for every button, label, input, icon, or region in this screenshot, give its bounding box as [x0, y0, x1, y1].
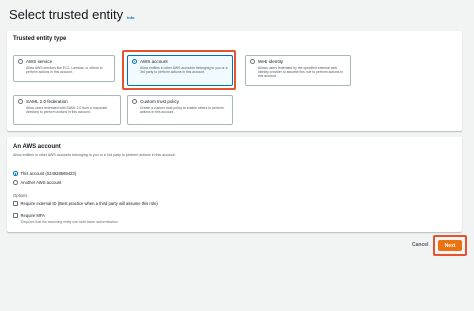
- tile-title: Web identity: [258, 59, 284, 64]
- option-require-external-id[interactable]: Require external ID (Best practice when …: [13, 201, 158, 206]
- tile-aws-account[interactable]: AWS account Allow entities in other AWS …: [127, 55, 233, 86]
- checkbox-require-mfa[interactable]: [13, 213, 18, 218]
- require-mfa-label: Require MFA: [20, 213, 45, 218]
- option-this-account[interactable]: This account (024928569423): [13, 171, 76, 176]
- tile-desc: Allow entities in other AWS accounts bel…: [140, 65, 228, 74]
- tile-title: Custom trust policy: [140, 99, 180, 104]
- page-title: Select trusted entity: [9, 7, 124, 22]
- radio-aws-service[interactable]: [18, 59, 23, 64]
- another-account-label: Another AWS account: [20, 180, 62, 185]
- tile-aws-service[interactable]: AWS service Allow AWS services like EC2,…: [13, 55, 115, 82]
- tile-desc: Allows users federated by the specified …: [258, 65, 343, 79]
- radio-saml-federation[interactable]: [18, 99, 23, 104]
- info-link[interactable]: Info: [127, 15, 134, 20]
- cancel-button[interactable]: Cancel: [412, 242, 428, 248]
- tile-desc: Allow users federated with SAML 2.0 from…: [26, 105, 108, 114]
- tile-custom-trust-policy[interactable]: Custom trust policy Create a custom trus…: [127, 95, 233, 125]
- tile-title: AWS account: [140, 59, 168, 64]
- option-require-mfa[interactable]: Require MFA: [13, 213, 45, 218]
- tile-saml-federation[interactable]: SAML 2.0 federation Allow users federate…: [13, 95, 121, 125]
- trusted-entity-header: Trusted entity type: [13, 36, 67, 42]
- tile-desc: Allow AWS services like EC2, Lambda, or …: [26, 65, 103, 74]
- tile-title: SAML 2.0 federation: [26, 99, 68, 104]
- tile-title: AWS service: [26, 59, 53, 64]
- radio-this-account[interactable]: [13, 171, 18, 176]
- page-header: Select trusted entity Info: [9, 7, 135, 22]
- radio-custom-trust-policy[interactable]: [132, 99, 137, 104]
- radio-another-account[interactable]: [13, 180, 18, 185]
- next-button[interactable]: Next: [438, 240, 462, 251]
- aws-account-card: An AWS account Allow entities in other A…: [7, 137, 462, 232]
- radio-web-identity[interactable]: [250, 59, 255, 64]
- options-label: Options: [13, 193, 28, 198]
- this-account-label: This account (024928569423): [20, 171, 77, 176]
- radio-aws-account[interactable]: [132, 59, 137, 64]
- require-external-id-label: Require external ID (Best practice when …: [20, 201, 158, 206]
- tile-web-identity[interactable]: Web identity Allows users federated by t…: [245, 55, 351, 86]
- tile-desc: Create a custom trust policy to enable o…: [140, 105, 224, 114]
- checkbox-require-external-id[interactable]: [13, 201, 18, 206]
- require-mfa-description: Requires that the assuming entity use mu…: [21, 220, 119, 224]
- aws-account-description: Allow entities in other AWS accounts bel…: [13, 153, 176, 157]
- trusted-entity-card: Trusted entity type AWS service Allow AW…: [7, 31, 462, 131]
- option-another-account[interactable]: Another AWS account: [13, 180, 61, 185]
- aws-account-header: An AWS account: [13, 144, 61, 150]
